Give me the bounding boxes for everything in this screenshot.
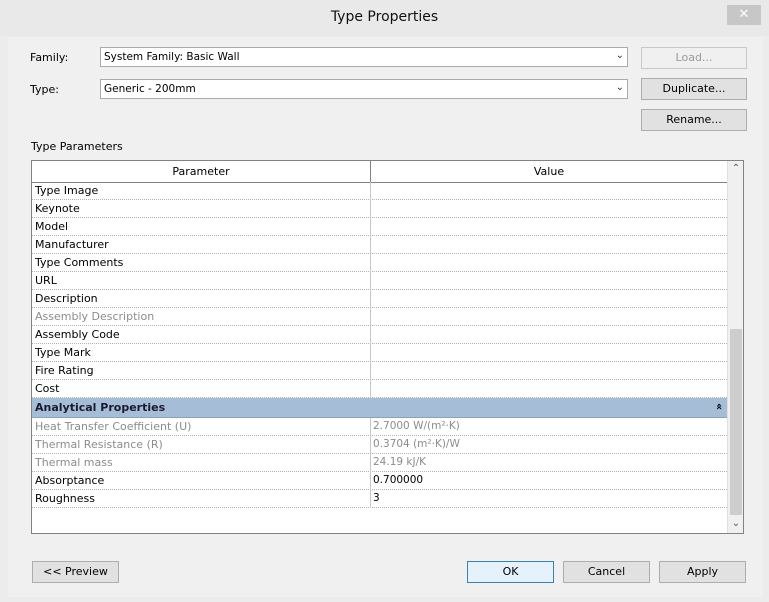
table-row[interactable]: Model <box>32 218 727 236</box>
param-name: Assembly Code <box>35 328 120 341</box>
param-value: 24.19 kJ/K <box>373 456 426 468</box>
group-title: Analytical Properties <box>35 401 166 414</box>
param-name: Assembly Description <box>35 310 155 323</box>
param-name: Model <box>35 220 69 233</box>
param-name: Type Image <box>35 184 99 197</box>
chevron-down-icon: ⌄ <box>615 82 624 93</box>
apply-button[interactable]: Apply <box>659 561 746 583</box>
table-row[interactable]: Cost <box>32 380 727 398</box>
param-name: Description <box>35 292 98 305</box>
type-parameters-grid: Parameter Value Type Image Keynote Model… <box>31 160 744 534</box>
table-row[interactable]: URL <box>32 272 727 290</box>
family-value: System Family: Basic Wall <box>104 51 240 63</box>
table-row[interactable]: Absorptance 0.700000 <box>32 472 727 490</box>
window-title: Type Properties <box>330 9 439 25</box>
param-value[interactable]: 0.700000 <box>373 474 423 486</box>
param-name: Heat Transfer Coefficient (U) <box>35 420 192 433</box>
arrow-up-icon[interactable]: ⌃ <box>728 163 743 174</box>
param-name: Roughness <box>35 492 96 505</box>
close-button[interactable]: ✕ <box>727 5 761 25</box>
table-row[interactable]: Assembly Description <box>32 308 727 326</box>
grid-rows: Type Image Keynote Model Manufacturer Ty… <box>32 182 727 508</box>
param-name: Keynote <box>35 202 80 215</box>
type-value: Generic - 200mm <box>104 83 196 95</box>
duplicate-button[interactable]: Duplicate... <box>641 78 747 100</box>
param-name: Type Comments <box>35 256 124 269</box>
param-name: Manufacturer <box>35 238 109 251</box>
table-row[interactable]: Heat Transfer Coefficient (U) 2.7000 W/(m… <box>32 418 727 436</box>
param-name: Cost <box>35 382 60 395</box>
group-header-analytical-properties[interactable]: Analytical Properties « <box>32 398 727 418</box>
table-row[interactable]: Manufacturer <box>32 236 727 254</box>
type-parameters-heading: Type Parameters <box>31 140 123 153</box>
column-header-parameter[interactable]: Parameter <box>32 161 371 182</box>
title-bar: Type Properties ✕ <box>0 0 769 36</box>
collapse-group-icon[interactable]: « <box>713 400 726 413</box>
type-label: Type: <box>30 83 59 96</box>
table-row[interactable]: Assembly Code <box>32 326 727 344</box>
ok-button[interactable]: OK <box>467 561 554 583</box>
family-dropdown[interactable]: System Family: Basic Wall ⌄ <box>100 47 628 67</box>
param-value: 0.3704 (m²·K)/W <box>373 438 460 450</box>
param-name: Thermal mass <box>35 456 113 469</box>
table-row[interactable]: Type Image <box>32 182 727 200</box>
chevron-down-icon: ⌄ <box>615 50 624 61</box>
vertical-scrollbar[interactable]: ⌃ ⌄ <box>727 161 743 533</box>
table-row[interactable]: Type Mark <box>32 344 727 362</box>
family-label: Family: <box>30 51 69 64</box>
table-row[interactable]: Keynote <box>32 200 727 218</box>
rename-button[interactable]: Rename... <box>641 109 747 131</box>
load-button[interactable]: Load... <box>641 47 747 69</box>
table-row[interactable]: Fire Rating <box>32 362 727 380</box>
type-dropdown[interactable]: Generic - 200mm ⌄ <box>100 79 628 99</box>
param-value: 2.7000 W/(m²·K) <box>373 420 460 432</box>
param-name: URL <box>35 274 57 287</box>
param-name: Type Mark <box>35 346 91 359</box>
close-icon: ✕ <box>738 7 750 22</box>
table-row[interactable]: Roughness 3 <box>32 490 727 508</box>
preview-button[interactable]: << Preview <box>32 561 119 583</box>
cancel-button[interactable]: Cancel <box>563 561 650 583</box>
arrow-down-icon[interactable]: ⌄ <box>728 518 743 529</box>
table-row[interactable]: Thermal Resistance (R) 0.3704 (m²·K)/W <box>32 436 727 454</box>
param-name: Absorptance <box>35 474 105 487</box>
param-name: Fire Rating <box>35 364 94 377</box>
table-row[interactable]: Description <box>32 290 727 308</box>
table-row[interactable]: Thermal mass 24.19 kJ/K <box>32 454 727 472</box>
param-name: Thermal Resistance (R) <box>35 438 163 451</box>
scrollbar-thumb[interactable] <box>730 329 742 515</box>
grid-header: Parameter Value <box>32 161 727 183</box>
param-value[interactable]: 3 <box>373 492 380 504</box>
table-row[interactable]: Type Comments <box>32 254 727 272</box>
column-header-value[interactable]: Value <box>371 161 727 182</box>
